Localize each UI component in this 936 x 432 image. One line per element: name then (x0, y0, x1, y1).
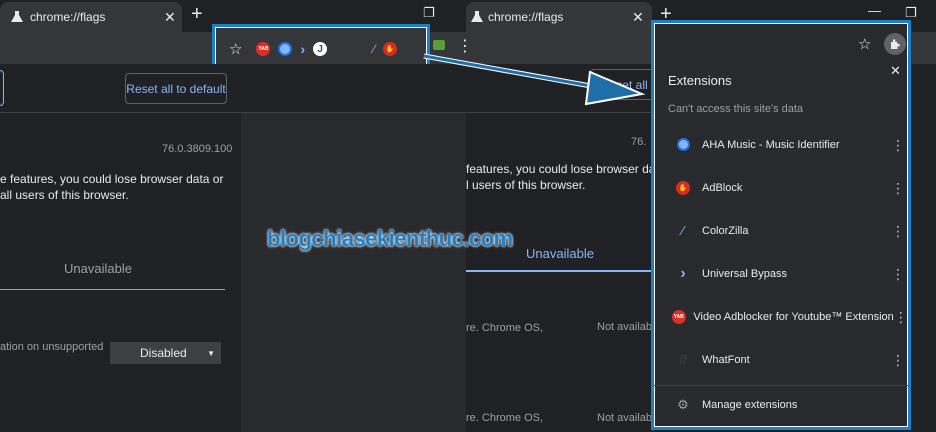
universal-bypass-icon: › (680, 264, 686, 282)
extension-name: AdBlock (702, 181, 743, 194)
extensions-title: Extensions (668, 73, 732, 88)
list-item[interactable]: › Universal Bypass ⋮ (654, 252, 908, 295)
flag-select-value: Disabled (140, 346, 187, 360)
extension-name: Video Adblocker for Youtube™ Extension (693, 310, 894, 323)
flask-icon (10, 10, 24, 24)
yab-label: YAB (258, 46, 269, 52)
tab-unavailable[interactable]: Unavailable (526, 246, 594, 261)
flask-icon (470, 10, 484, 24)
flag-description: re. Chrome OS, (466, 322, 544, 334)
extensions-puzzle-icon[interactable] (884, 33, 906, 55)
adblock-icon[interactable]: ✋ (383, 42, 398, 56)
manage-extensions-item[interactable]: ⚙ Manage extensions (654, 385, 908, 425)
extensions-list: AHA Music - Music Identifier ⋮ ✋ AdBlock… (654, 123, 908, 381)
tab-title: chrome://flags (488, 10, 564, 24)
eyedropper-icon[interactable]: ⁄ (373, 42, 375, 56)
chevron-down-icon: ▼ (207, 348, 215, 358)
colorzilla-icon: ⁄ (681, 223, 685, 238)
close-icon[interactable]: ✕ (890, 63, 901, 79)
flag-select[interactable]: Disabled ▼ (110, 342, 221, 364)
close-tab-icon[interactable]: ✕ (632, 9, 644, 26)
warning-line-2: l users of this browser. (466, 178, 586, 192)
universal-bypass-icon[interactable]: › (300, 41, 305, 57)
warning-line-2: all users of this browser. (0, 188, 129, 202)
right-tab[interactable]: chrome://flags ✕ (466, 2, 652, 32)
flag-description: ation on unsupported (0, 341, 104, 353)
reset-all-label: Reset all to default (126, 81, 226, 96)
side-panel (241, 113, 466, 432)
list-item[interactable]: ff WhatFont ⋮ (654, 338, 908, 381)
manage-extensions-label: Manage extensions (702, 399, 798, 411)
restore-window-icon[interactable]: ❐ (423, 5, 435, 21)
extension-name: ColorZilla (702, 224, 749, 237)
close-tab-icon[interactable]: ✕ (164, 9, 176, 26)
star-icon[interactable]: ☆ (858, 35, 871, 53)
adblock-icon: ✋ (668, 180, 698, 195)
list-item[interactable]: AHA Music - Music Identifier ⋮ (654, 123, 908, 166)
list-item[interactable]: ✋ AdBlock ⋮ (654, 166, 908, 209)
aha-music-icon[interactable] (278, 42, 293, 56)
whatfont-icon: ff (679, 352, 687, 367)
reset-all-button[interactable]: Reset all to default (125, 73, 227, 104)
whatfont-icon[interactable]: J (313, 42, 328, 56)
left-tab[interactable]: chrome://flags ✕ (0, 2, 182, 32)
tab-divider (0, 289, 225, 290)
flag-status: Not availab (597, 412, 653, 424)
extension-name: AHA Music - Music Identifier (702, 138, 840, 151)
extensions-menu: ☆ Extensions ✕ Can't access this site's … (651, 20, 911, 430)
gear-icon: ⚙ (677, 397, 689, 412)
header-divider (466, 112, 656, 113)
more-options-icon[interactable]: ⋮ (888, 181, 908, 195)
flag-description: re. Chrome OS, (466, 412, 544, 424)
more-options-icon[interactable]: ⋮ (888, 224, 908, 238)
version-label: 76. (631, 136, 647, 148)
star-icon[interactable]: ☆ (229, 42, 242, 57)
more-options-icon[interactable]: ⋮ (888, 353, 908, 367)
tab-active-underline (466, 270, 656, 272)
extension-name: Universal Bypass (702, 267, 787, 280)
version-label: 76.0.3809.100 (162, 143, 233, 155)
more-options-icon[interactable]: ⋮ (888, 138, 908, 152)
extension-name: WhatFont (702, 353, 750, 366)
watermark: blogchiasekienthuc.com (267, 226, 513, 251)
new-tab-icon[interactable]: + (191, 3, 203, 26)
more-options-icon[interactable]: ⋮ (888, 267, 908, 281)
minimize-icon[interactable]: — (868, 3, 881, 18)
search-box-edge (0, 70, 4, 106)
annotation-arrow (423, 53, 646, 106)
list-item[interactable]: ⁄ ColorZilla ⋮ (654, 209, 908, 252)
warning-line-1: e features, you could lose browser data … (0, 172, 224, 186)
warning-line-1: features, you could lose browser data (466, 162, 666, 176)
yab-icon[interactable]: YAB (256, 42, 271, 56)
tab-unavailable[interactable]: Unavailable (64, 261, 132, 276)
green-extension-icon[interactable] (433, 40, 445, 50)
yab-icon: YAB (668, 309, 689, 324)
list-item[interactable]: YAB Video Adblocker for Youtube™ Extensi… (654, 295, 908, 338)
extensions-subtitle: Can't access this site's data (668, 103, 804, 115)
tab-title: chrome://flags (30, 10, 106, 24)
restore-window-icon[interactable]: ❐ (905, 5, 917, 21)
flag-status: Not availab (597, 321, 653, 333)
aha-music-icon (668, 138, 698, 151)
more-options-icon[interactable]: ⋮ (894, 310, 908, 324)
